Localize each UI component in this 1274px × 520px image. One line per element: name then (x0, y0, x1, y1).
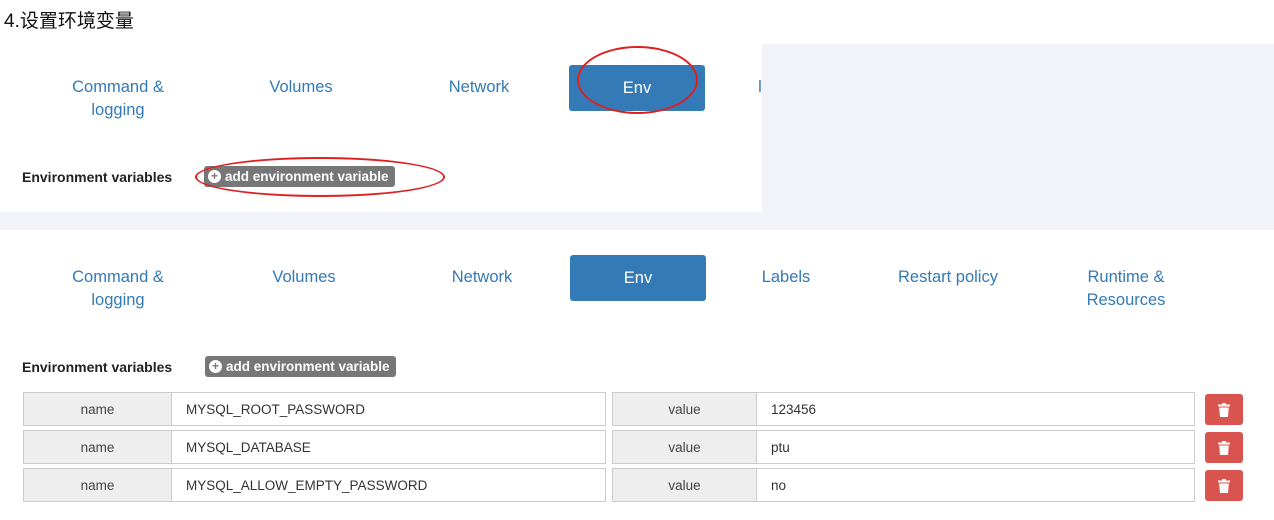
tab-env[interactable]: Env (570, 255, 706, 301)
plus-circle-icon: + (209, 360, 222, 373)
add-env-variable-button[interactable]: + add environment variable (205, 356, 396, 377)
tab-volumes[interactable]: Volumes (249, 266, 359, 289)
value-addon: value (612, 430, 757, 464)
tab-label: Runtime & (1087, 268, 1165, 286)
env-variables-label: Environment variables (22, 359, 173, 375)
section-separator (0, 212, 1274, 230)
tab-env[interactable]: Env (569, 65, 705, 111)
env-value-input[interactable]: no (756, 468, 1195, 502)
env-name-input[interactable]: MYSQL_ALLOW_EMPTY_PASSWORD (171, 468, 606, 502)
tab-label: logging (91, 291, 145, 309)
tab-network[interactable]: Network (424, 76, 534, 99)
env-value-input[interactable]: ptu (756, 430, 1195, 464)
env-name-input[interactable]: MYSQL_ROOT_PASSWORD (171, 392, 606, 426)
page-background (762, 44, 1274, 212)
name-addon: name (23, 392, 172, 426)
plus-circle-icon: + (208, 170, 221, 183)
tab-command-logging[interactable]: Command & logging (50, 266, 186, 312)
value-addon: value (612, 468, 757, 502)
tab-command-logging[interactable]: Command & logging (50, 76, 186, 122)
tab-label: Command & (72, 78, 164, 96)
env-value-input[interactable]: 123456 (756, 392, 1195, 426)
remove-env-variable-button[interactable] (1205, 394, 1243, 425)
bottom-container-config-panel: Command & logging Volumes Network Env La… (0, 230, 1274, 520)
add-env-variable-label: add environment variable (225, 169, 389, 184)
env-variable-row: name MYSQL_DATABASE value ptu (23, 430, 1244, 464)
trash-icon (1218, 478, 1230, 493)
tab-label: logging (91, 101, 145, 119)
tab-volumes[interactable]: Volumes (246, 76, 356, 99)
tab-label: Command & (72, 268, 164, 286)
value-addon: value (612, 392, 757, 426)
add-env-variable-button[interactable]: + add environment variable (204, 166, 395, 187)
add-env-variable-label: add environment variable (226, 359, 390, 374)
top-container-config-panel: Command & logging Volumes Network Env l … (4, 44, 762, 212)
remove-env-variable-button[interactable] (1205, 470, 1243, 501)
name-addon: name (23, 468, 172, 502)
tab-restart-policy[interactable]: Restart policy (868, 266, 1028, 289)
env-variable-row: name MYSQL_ALLOW_EMPTY_PASSWORD value no (23, 468, 1244, 502)
remove-env-variable-button[interactable] (1205, 432, 1243, 463)
step-heading: 4.设置环境变量 (4, 11, 134, 32)
env-variable-row: name MYSQL_ROOT_PASSWORD value 123456 (23, 392, 1244, 426)
tab-label: Resources (1086, 291, 1166, 309)
trash-icon (1218, 440, 1230, 455)
env-variables-label: Environment variables (22, 169, 173, 185)
trash-icon (1218, 402, 1230, 417)
env-name-input[interactable]: MYSQL_DATABASE (171, 430, 606, 464)
tab-labels-cropped[interactable]: l (756, 76, 764, 99)
name-addon: name (23, 430, 172, 464)
tab-network[interactable]: Network (427, 266, 537, 289)
tab-runtime-resources[interactable]: Runtime & Resources (1058, 266, 1194, 312)
tab-labels[interactable]: Labels (740, 266, 832, 289)
